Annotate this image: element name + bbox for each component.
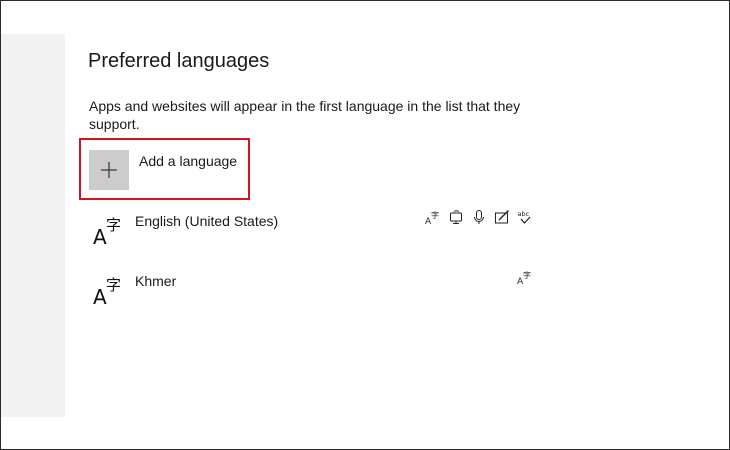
- svg-text:字: 字: [431, 210, 439, 220]
- svg-text:字: 字: [106, 276, 121, 294]
- add-language-label: Add a language: [139, 153, 238, 169]
- section-description: Apps and websites will appear in the fir…: [89, 98, 521, 132]
- svg-text:A: A: [93, 285, 107, 305]
- add-language-button[interactable]: Add a language: [89, 150, 389, 190]
- add-language-tile: [89, 150, 129, 190]
- language-features: A 字: [517, 269, 533, 289]
- navigation-pane: [1, 34, 65, 417]
- spell-check-icon: abc: [518, 210, 531, 224]
- language-glyph-icon: A 字: [93, 276, 121, 305]
- language-glyph-icon: A 字: [93, 216, 121, 245]
- language-item-english[interactable]: A 字 English (United States) A 字 abc: [88, 209, 533, 253]
- plus-icon: [101, 162, 117, 178]
- display-language-icon: A 字: [425, 210, 439, 225]
- svg-text:字: 字: [106, 216, 121, 234]
- language-item-khmer[interactable]: A 字 Khmer A 字: [88, 269, 533, 313]
- text-to-speech-icon: [450, 210, 462, 224]
- display-language-icon: A 字: [517, 270, 531, 285]
- svg-text:abc: abc: [518, 210, 530, 218]
- language-features: A 字 abc: [425, 209, 533, 229]
- handwriting-icon: [495, 210, 509, 224]
- settings-window: Preferred languages Apps and websites wi…: [0, 0, 730, 450]
- speech-recognition-icon: [474, 210, 484, 224]
- section-title: Preferred languages: [88, 50, 270, 72]
- language-name: English (United States): [135, 213, 279, 229]
- svg-text:字: 字: [523, 270, 531, 280]
- language-name: Khmer: [135, 273, 177, 289]
- svg-text:A: A: [93, 225, 107, 245]
- language-settings-content: Preferred languages Apps and websites wi…: [79, 1, 548, 449]
